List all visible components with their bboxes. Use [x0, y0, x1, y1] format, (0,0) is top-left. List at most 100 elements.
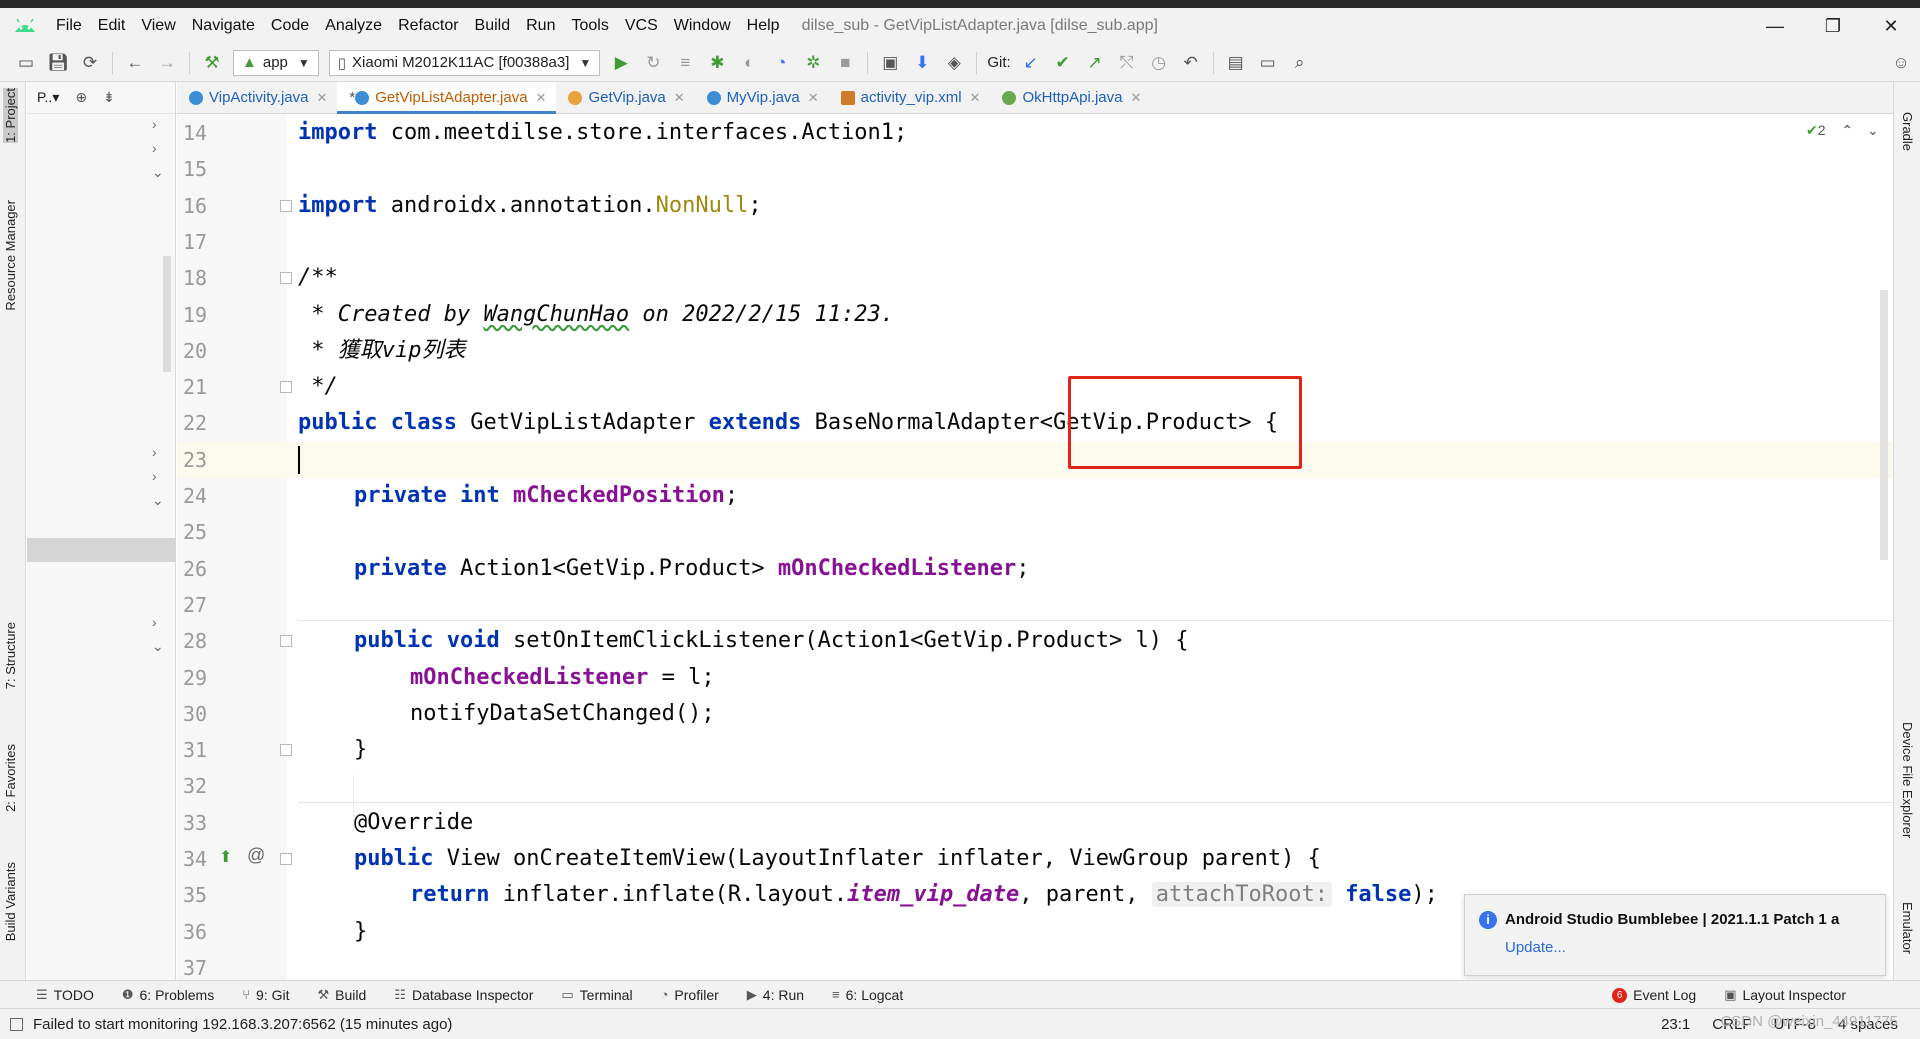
run-icon[interactable]: ▶ [610, 52, 632, 74]
attach-debugger-icon[interactable]: ✲ [802, 52, 824, 74]
chevron-down-icon[interactable]: ⌄ [1867, 122, 1879, 138]
avd-manager-icon[interactable]: ▣ [879, 52, 901, 74]
menu-edit[interactable]: Edit [90, 17, 134, 35]
editor-scrollbar[interactable] [1880, 290, 1888, 560]
status-toggle-icon[interactable] [10, 1017, 23, 1031]
close-icon[interactable]: ✕ [536, 90, 547, 106]
chevron-up-icon[interactable]: ⌃ [1841, 122, 1853, 138]
menu-build[interactable]: Build [467, 17, 519, 35]
open-folder-icon[interactable]: ▭ [15, 52, 37, 74]
menu-help[interactable]: Help [739, 17, 788, 35]
menu-window[interactable]: Window [666, 17, 739, 35]
tab-getviplistadapter[interactable]: * GetVipListAdapter.java ✕ [337, 82, 557, 114]
back-arrow-icon[interactable]: ← [124, 52, 146, 74]
stop-icon[interactable]: ■ [834, 52, 856, 74]
chevron-down-icon[interactable]: ⌄ [152, 164, 164, 181]
chevron-down-icon[interactable]: ⌄ [152, 492, 164, 509]
caret-position[interactable]: 23:1 [1661, 1016, 1690, 1033]
menu-file[interactable]: File [48, 17, 90, 35]
close-icon[interactable]: ✕ [674, 90, 685, 106]
git-commit-icon[interactable]: ✔ [1052, 52, 1074, 74]
menu-view[interactable]: View [133, 17, 183, 35]
event-log-button[interactable]: 6 Event Log [1612, 987, 1696, 1003]
structure-tab[interactable]: 7: Structure [3, 622, 18, 689]
project-view-selector[interactable]: P..▾ [37, 89, 59, 106]
annotation-marker-icon[interactable]: @ [247, 845, 265, 866]
profiler-tool-button[interactable]: ◔ Profiler [661, 987, 719, 1003]
project-tree-selection[interactable] [27, 538, 176, 562]
debug-icon[interactable]: ✱ [706, 52, 728, 74]
git-update-icon[interactable]: ↙ [1020, 52, 1042, 74]
fold-marker-icon[interactable] [280, 635, 292, 648]
close-icon[interactable]: ✕ [1130, 90, 1141, 106]
problems-tool-button[interactable]: ❶ 6: Problems [122, 987, 214, 1003]
favorites-tab[interactable]: 2: Favorites [3, 744, 18, 812]
close-icon[interactable]: ✕ [808, 90, 819, 106]
project-panel-scrollbar[interactable] [163, 256, 171, 372]
apply-code-changes-icon[interactable]: ≡ [674, 52, 696, 74]
menu-refactor[interactable]: Refactor [390, 17, 466, 35]
database-inspector-button[interactable]: ☷ Database Inspector [394, 987, 533, 1003]
chevron-down-icon[interactable]: ⌄ [152, 638, 164, 655]
update-link[interactable]: Update... [1505, 939, 1566, 956]
update-notification[interactable]: i Android Studio Bumblebee | 2021.1.1 Pa… [1464, 894, 1886, 976]
chevron-right-icon[interactable]: › [152, 614, 157, 630]
gradle-tab[interactable]: Gradle [1900, 112, 1915, 151]
status-message[interactable]: Failed to start monitoring 192.168.3.207… [33, 1016, 452, 1033]
git-rollback-icon[interactable]: ↶ [1180, 52, 1202, 74]
device-file-explorer-tab[interactable]: Device File Explorer [1900, 722, 1915, 838]
todo-tool-button[interactable]: ☰ TODO [36, 987, 94, 1003]
tab-myvip[interactable]: MyVip.java ✕ [695, 82, 829, 113]
fold-marker-icon[interactable] [280, 272, 292, 285]
git-merge-icon[interactable]: ⤲ [1116, 52, 1138, 74]
tab-activity-vip-xml[interactable]: activity_vip.xml ✕ [829, 82, 991, 113]
emulator-tab[interactable]: Emulator [1900, 902, 1915, 954]
logcat-tool-button[interactable]: ≡ 6: Logcat [832, 987, 903, 1003]
overrides-method-icon[interactable]: ⬆ [219, 847, 232, 867]
fold-marker-icon[interactable] [280, 381, 292, 394]
git-history-icon[interactable]: ◷ [1148, 52, 1170, 74]
menu-vcs[interactable]: VCS [617, 17, 666, 35]
menu-navigate[interactable]: Navigate [184, 17, 263, 35]
resource-manager-tab[interactable]: Resource Manager [3, 200, 18, 311]
user-icon[interactable]: ☺ [1890, 52, 1912, 74]
sdk-manager-icon[interactable]: ⬇ [911, 52, 933, 74]
project-structure-icon[interactable]: ▤ [1225, 52, 1247, 74]
terminal-tool-button[interactable]: ▭ Terminal [561, 987, 632, 1003]
inspection-widget[interactable]: ✔2 ⌃ ⌄ [1806, 122, 1879, 139]
forward-arrow-icon[interactable]: → [156, 52, 178, 74]
layout-inspector-icon[interactable]: ◈ [943, 52, 965, 74]
chevron-right-icon[interactable]: › [152, 468, 157, 484]
git-push-icon[interactable]: ↗ [1084, 52, 1106, 74]
locate-icon[interactable]: ⊕ [75, 89, 87, 106]
tab-okhttpapi[interactable]: OkHttpApi.java ✕ [990, 82, 1151, 113]
layout-inspector-button[interactable]: ▣ Layout Inspector [1724, 987, 1846, 1003]
build-tool-button[interactable]: ⚒ Build [318, 987, 367, 1003]
menu-tools[interactable]: Tools [563, 17, 616, 35]
tab-getvip[interactable]: GetVip.java ✕ [556, 82, 694, 113]
menu-analyze[interactable]: Analyze [317, 17, 390, 35]
run-tool-button[interactable]: ▶ 4: Run [747, 987, 804, 1003]
sync-icon[interactable]: ⟳ [79, 52, 101, 74]
search-icon[interactable]: ⌕ [1289, 52, 1311, 74]
project-tool-tab[interactable]: 1: Project [3, 88, 18, 143]
close-icon[interactable]: ✕ [970, 90, 981, 106]
fold-marker-icon[interactable] [280, 199, 292, 212]
chevron-right-icon[interactable]: › [152, 140, 157, 156]
device-manager-icon[interactable]: ▭ [1257, 52, 1279, 74]
chevron-right-icon[interactable]: › [152, 444, 157, 460]
collapse-icon[interactable]: ⇟ [103, 89, 115, 106]
close-window-button[interactable]: ✕ [1862, 8, 1920, 44]
make-project-hammer-icon[interactable]: ⚒ [201, 52, 223, 74]
close-icon[interactable]: ✕ [317, 90, 328, 106]
build-variants-tab[interactable]: Build Variants [3, 862, 18, 941]
run-config-selector[interactable]: ▲ app ▼ [233, 49, 319, 76]
save-all-icon[interactable]: 💾︎ [47, 52, 69, 74]
coverage-icon[interactable]: ◐ [738, 52, 760, 74]
minimize-button[interactable]: — [1746, 8, 1804, 44]
fold-marker-icon[interactable] [280, 744, 292, 757]
menu-run[interactable]: Run [518, 17, 563, 35]
restore-button[interactable]: ❐ [1804, 8, 1862, 44]
apply-changes-icon[interactable]: ↻ [642, 52, 664, 74]
fold-marker-icon[interactable] [280, 853, 292, 865]
